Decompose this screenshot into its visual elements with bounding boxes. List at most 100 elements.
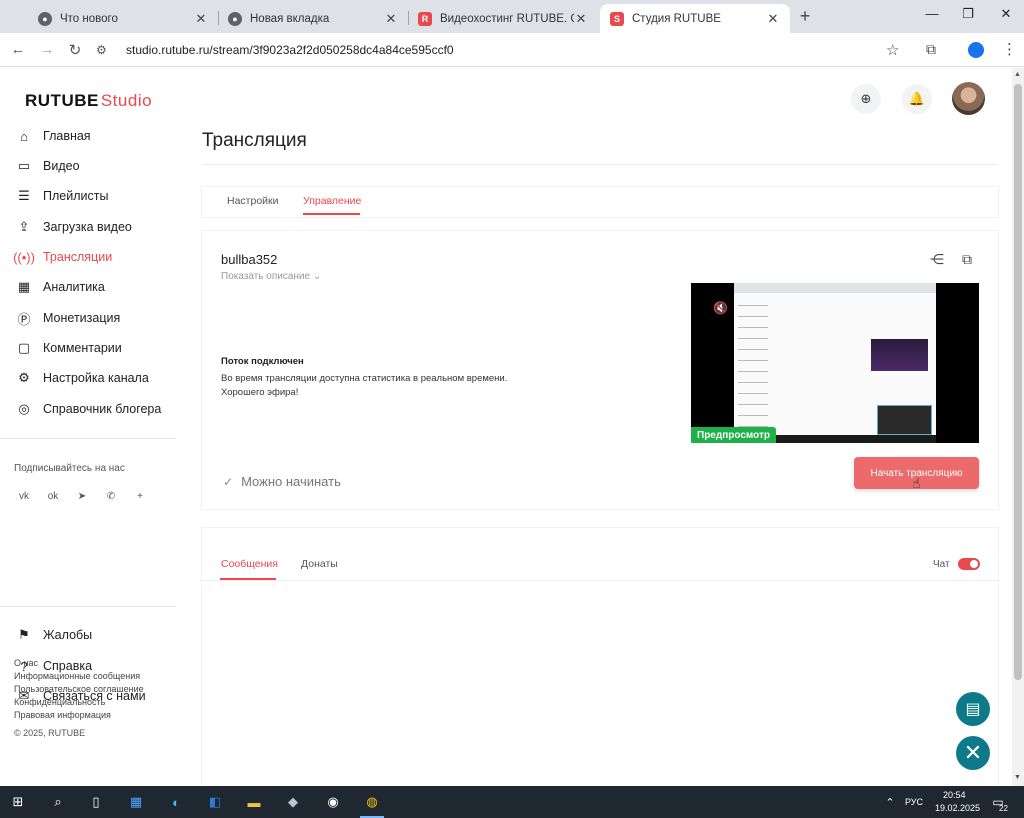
chat-toggle[interactable] [958, 558, 980, 570]
browser-tab-active[interactable]: S Студия RUTUBE ✕ [600, 4, 790, 33]
social-links: vk ok ➤ ✆ + [14, 486, 150, 506]
open-external-icon[interactable]: ⧉ [962, 251, 972, 268]
studio-page: RUTUBE Studio ⊕ 🔔 ⌂ Главная ▭ Видео ☰ Пле… [0, 68, 1012, 786]
monetization-icon: Ⓟ [17, 311, 31, 327]
page-scrollbar[interactable]: ▲ ▼ [1012, 68, 1024, 786]
chrome-icon[interactable]: ◍ [362, 792, 382, 812]
preview-frame [734, 283, 936, 443]
title-divider [202, 164, 998, 165]
edge-icon[interactable]: ◐ [166, 792, 186, 812]
reload-icon[interactable]: ↻ [66, 41, 84, 59]
language-indicator[interactable]: РУС [905, 797, 923, 807]
bookmark-star-icon[interactable]: ☆ [886, 41, 899, 59]
tab-title: Студия RUTUBE [632, 12, 721, 25]
clock-date[interactable]: 19.02.2025 [935, 803, 980, 813]
preview-window [877, 405, 932, 435]
extensions-icon[interactable]: ⧉ [926, 41, 936, 58]
mouse-pointer-icon: ☝ [912, 475, 921, 491]
sidebar-item-handbook[interactable]: ◎ Справочник блогера [16, 398, 176, 420]
sidebar-item-channel-settings[interactable]: ⚙ Настройка канала [16, 367, 176, 389]
tab-donations[interactable]: Донаты [301, 558, 338, 570]
tray-chevron-icon[interactable]: ⌃ [880, 792, 900, 812]
chat-card: Сообщения Донаты Чат [202, 528, 998, 786]
close-tab-icon[interactable]: ✕ [574, 11, 588, 27]
sidebar-item-upload[interactable]: ⇪ Загрузка видео [16, 216, 176, 238]
close-tab-icon[interactable]: ✕ [384, 11, 398, 27]
browser-tab[interactable]: ● Новая вкладка ✕ [218, 4, 408, 33]
clock-time[interactable]: 20:54 [943, 790, 966, 800]
telegram-icon[interactable]: ➤ [72, 486, 92, 506]
back-icon[interactable]: ← [9, 41, 27, 58]
outlook-icon[interactable]: ◧ [205, 792, 225, 812]
forward-icon[interactable]: → [38, 41, 56, 58]
scroll-thumb[interactable] [1014, 84, 1022, 680]
profile-icon[interactable] [968, 42, 984, 58]
vk-icon[interactable]: vk [14, 486, 34, 506]
preview-sidebar [738, 299, 768, 429]
upload-icon: ⇪ [18, 219, 30, 234]
stream-preview[interactable]: 🔇 Предпросмотр [691, 283, 979, 443]
notifications-bell-icon[interactable]: 🔔 [902, 84, 932, 114]
file-explorer-icon[interactable]: ▬ [244, 792, 264, 812]
chat-divider [202, 580, 998, 581]
show-description-toggle[interactable]: Показать описание ⌄ [221, 271, 321, 282]
footer-link-about[interactable]: О нас [14, 657, 144, 670]
scroll-up-icon[interactable]: ▲ [1014, 71, 1021, 78]
sidebar-item-broadcasts[interactable]: ((•)) Трансляции [13, 246, 176, 268]
sidebar-item-analytics[interactable]: ▦ Аналитика [16, 276, 176, 298]
copyright: © 2025, RUTUBE [14, 728, 86, 738]
browser-menu-icon[interactable]: ⋮ [1002, 40, 1017, 58]
footer-link-agreement[interactable]: Пользовательское соглашение [14, 683, 144, 696]
close-tab-icon[interactable]: ✕ [194, 11, 208, 27]
sidebar-divider [0, 606, 176, 607]
obs-icon[interactable]: ◉ [323, 792, 343, 812]
close-window-icon[interactable]: ✕ [996, 6, 1016, 22]
support-chat-icon[interactable]: ▤ [956, 692, 990, 726]
tab-messages[interactable]: Сообщения [221, 558, 278, 570]
restore-icon[interactable]: ❐ [958, 6, 978, 22]
sidebar-item-complaints[interactable]: ⚑ Жалобы [16, 624, 176, 646]
new-tab-icon[interactable]: + [796, 6, 814, 27]
footer-links: О нас Информационные сообщения Пользоват… [14, 657, 144, 722]
windows-start-icon[interactable]: ⊞ [8, 792, 28, 812]
sidebar-item-playlists[interactable]: ☰ Плейлисты [16, 185, 176, 207]
close-tab-icon[interactable]: ✕ [766, 11, 780, 27]
sidebar-item-comments[interactable]: ▢ Комментарии [16, 337, 176, 359]
footer-link-info[interactable]: Информационные сообщения [14, 670, 144, 683]
windows-taskbar: ⊞ ⌕ ▯ ▦ ◐ ◧ ▬ ◆ ◉ ◍ ⌃ РУС 20:54 19.02.20… [0, 786, 1024, 818]
logo-studio: Studio [100, 91, 153, 110]
scroll-down-icon[interactable]: ▼ [1014, 774, 1021, 781]
url-field[interactable]: ⚙ studio.rutube.ru/stream/3f9023a2f2d050… [96, 38, 916, 62]
sidebar-item-label: Настройка канала [43, 371, 149, 385]
app-icon[interactable]: ◆ [283, 792, 303, 812]
sidebar-item-label: Трансляции [43, 250, 113, 264]
sidebar-item-monetization[interactable]: Ⓟ Монетизация [16, 307, 176, 329]
browser-tab[interactable]: ● Что нового ✕ [28, 4, 218, 33]
viber-icon[interactable]: ✆ [101, 486, 121, 506]
stream-status-text: Во время трансляции доступна статистика … [221, 372, 507, 400]
tab-management[interactable]: Управление [303, 195, 361, 207]
share-icon[interactable]: ⋲ [930, 251, 944, 268]
flag-icon: ⚑ [18, 627, 30, 642]
rutube-studio-icon: S [610, 11, 624, 26]
sidebar-item-home[interactable]: ⌂ Главная [16, 125, 176, 147]
minimize-icon[interactable]: — [922, 6, 942, 21]
mute-icon[interactable]: 🔇 [713, 301, 728, 315]
store-icon[interactable]: ▦ [126, 792, 146, 812]
add-content-icon[interactable]: ⊕ [851, 84, 881, 114]
rutube-studio-logo[interactable]: RUTUBE Studio [25, 91, 152, 111]
browser-tab[interactable]: R Видеохостинг RUTUBE. Смотр ✕ [408, 4, 598, 33]
footer-link-legal[interactable]: Правовая информация [14, 709, 144, 722]
stream-status-line: Хорошего эфира! [221, 387, 299, 398]
tab-title: Видеохостинг RUTUBE. Смотр [440, 12, 574, 25]
site-info-icon[interactable]: ⚙ [96, 43, 112, 57]
footer-link-privacy[interactable]: Конфиденциальность [14, 696, 144, 709]
avatar[interactable] [952, 82, 985, 115]
plus-icon[interactable]: + [130, 486, 150, 506]
search-icon[interactable]: ⌕ [48, 792, 68, 812]
sidebar-item-video[interactable]: ▭ Видео [16, 155, 176, 177]
close-icon[interactable]: ✕ [956, 736, 990, 770]
tab-settings[interactable]: Настройки [227, 195, 279, 207]
task-view-icon[interactable]: ▯ [86, 792, 106, 812]
ok-icon[interactable]: ok [43, 486, 63, 506]
